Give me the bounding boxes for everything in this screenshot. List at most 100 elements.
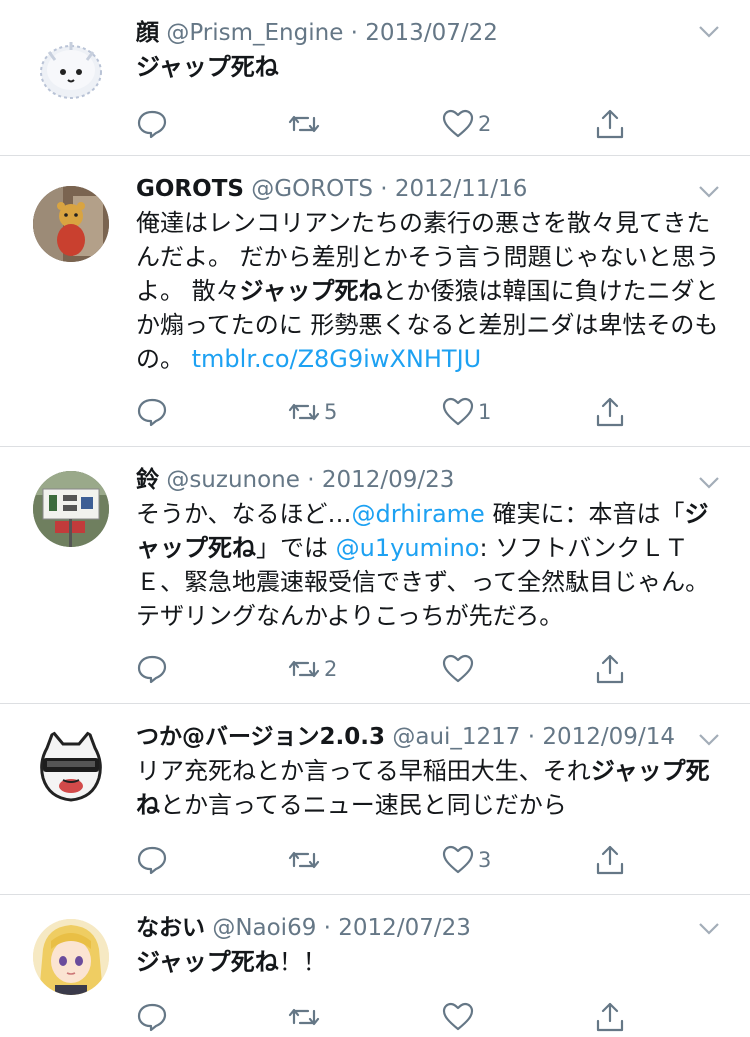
like-button[interactable] <box>442 997 478 1037</box>
chevron-down-icon[interactable] <box>696 18 722 44</box>
handle[interactable]: @Prism_Engine <box>166 20 343 46</box>
tweet-header: なおい @Naoi69 · 2012/07/23 <box>136 911 690 945</box>
handle[interactable]: @aui_1217 <box>392 724 520 750</box>
share-icon <box>596 845 624 875</box>
tweet-date[interactable]: 2012/07/23 <box>338 915 471 941</box>
display-name[interactable]: なおい <box>136 915 205 941</box>
tweet-actions: 2 <box>136 649 750 689</box>
avatar[interactable] <box>33 186 109 262</box>
retweet-button[interactable]: 2 <box>288 649 337 689</box>
retweet-icon <box>288 403 320 421</box>
tweet[interactable]: 鈴 @suzunone · 2012/09/23 そうか、なるほど…@drhir… <box>0 463 750 703</box>
avatar[interactable] <box>33 30 109 106</box>
tweet-text-segment: そうか、なるほど… <box>136 500 352 528</box>
highlighted-keyword: ジャップ死ね <box>136 948 279 976</box>
reply-button[interactable] <box>136 997 172 1037</box>
retweet-icon <box>288 660 320 678</box>
like-count: 2 <box>478 112 492 136</box>
chevron-down-icon[interactable] <box>696 726 722 752</box>
retweet-button[interactable] <box>288 997 324 1037</box>
reply-button[interactable] <box>136 649 172 689</box>
tweet-link[interactable]: @drhirame <box>352 500 485 528</box>
share-button[interactable] <box>594 104 626 144</box>
highlighted-keyword: ジャップ死ね <box>239 277 383 305</box>
like-button[interactable] <box>442 649 478 689</box>
avatar[interactable] <box>33 919 109 995</box>
tweet-date[interactable]: 2012/09/14 <box>542 724 675 750</box>
tweet-link[interactable]: tmblr.co/Z8G9iwXNHTJU <box>192 345 482 373</box>
chevron-down-icon[interactable] <box>696 915 722 941</box>
share-button[interactable] <box>594 840 626 880</box>
tweet-text: ジャップ死ね！！ <box>136 945 720 979</box>
retweet-button[interactable] <box>288 104 324 144</box>
tweet-link[interactable]: @u1yumino <box>336 534 480 562</box>
divider <box>0 446 750 447</box>
tweet-actions: 3 <box>136 840 750 880</box>
like-count: 1 <box>478 400 492 424</box>
retweet-icon <box>288 115 320 133</box>
reply-button[interactable] <box>136 104 172 144</box>
retweet-icon <box>288 1008 320 1026</box>
reply-icon <box>137 655 167 684</box>
handle[interactable]: @GOROTS <box>251 176 373 202</box>
tweet-header: 鈴 @suzunone · 2012/09/23 <box>136 463 690 497</box>
share-button[interactable] <box>594 392 626 432</box>
avatar[interactable] <box>33 471 109 547</box>
chevron-down-icon[interactable] <box>696 469 722 495</box>
reply-icon <box>137 1003 167 1032</box>
dot-separator: · <box>307 467 315 493</box>
tweet-actions: 5 1 <box>136 392 750 432</box>
display-name[interactable]: 鈴 <box>136 467 159 493</box>
retweet-button[interactable] <box>288 840 324 880</box>
share-icon <box>596 109 624 139</box>
retweet-count: 2 <box>324 657 338 681</box>
display-name[interactable]: つか@バージョン2.0.3 <box>136 724 385 750</box>
reply-icon <box>137 846 167 875</box>
heart-icon <box>442 845 474 874</box>
like-button[interactable]: 1 <box>442 392 491 432</box>
highlighted-keyword: ジャップ死ね <box>136 53 279 81</box>
tweet-actions: 2 <box>136 104 750 144</box>
dot-separator: · <box>380 176 388 202</box>
dot-separator: · <box>323 915 331 941</box>
tweet-text: リア充死ねとか言ってる早稲田大生、それジャップ死ねとか言ってるニュー速民と同じだ… <box>136 754 720 822</box>
tweet[interactable]: つか@バージョン2.0.3 @aui_1217 · 2012/09/14 リア充… <box>0 720 750 895</box>
retweet-button[interactable]: 5 <box>288 392 337 432</box>
tweet-text-segment: ！！ <box>278 948 327 976</box>
reply-button[interactable] <box>136 840 172 880</box>
retweet-count: 5 <box>324 400 338 424</box>
tweet-date[interactable]: 2012/11/16 <box>395 176 528 202</box>
tweet-text-segment: とか言ってるニュー速民と同じだから <box>160 791 567 819</box>
reply-button[interactable] <box>136 392 172 432</box>
display-name[interactable]: 顔 <box>136 20 159 46</box>
share-icon <box>596 1002 624 1032</box>
reply-icon <box>137 110 167 139</box>
heart-icon <box>442 1002 474 1031</box>
tweet[interactable]: なおい @Naoi69 · 2012/07/23 ジャップ死ね！！ <box>0 911 750 1032</box>
tweet-text-segment: 」では <box>256 534 336 562</box>
share-icon <box>596 397 624 427</box>
tweet-header: 顔 @Prism_Engine · 2013/07/22 <box>136 16 690 50</box>
like-button[interactable]: 3 <box>442 840 491 880</box>
divider <box>0 155 750 156</box>
like-button[interactable]: 2 <box>442 104 491 144</box>
avatar[interactable] <box>33 728 109 804</box>
handle[interactable]: @suzunone <box>166 467 300 493</box>
dot-separator: · <box>350 20 358 46</box>
tweet-text-segment: 確実に：本音は「 <box>484 500 685 528</box>
tweet-date[interactable]: 2013/07/22 <box>365 20 498 46</box>
chevron-down-icon[interactable] <box>696 178 722 204</box>
display-name[interactable]: GOROTS <box>136 176 244 202</box>
handle[interactable]: @Naoi69 <box>212 915 316 941</box>
divider <box>0 703 750 704</box>
timeline-feed: 顔 @Prism_Engine · 2013/07/22 ジャップ死ね 2 GO… <box>0 0 750 1032</box>
divider <box>0 894 750 895</box>
tweet[interactable]: GOROTS @GOROTS · 2012/11/16 俺達はレンコリアンたちの… <box>0 172 750 447</box>
share-icon <box>596 654 624 684</box>
heart-icon <box>442 654 474 683</box>
share-button[interactable] <box>594 997 626 1037</box>
tweet-date[interactable]: 2012/09/23 <box>322 467 455 493</box>
share-button[interactable] <box>594 649 626 689</box>
tweet-actions <box>136 997 750 1037</box>
tweet[interactable]: 顔 @Prism_Engine · 2013/07/22 ジャップ死ね 2 <box>0 16 750 156</box>
